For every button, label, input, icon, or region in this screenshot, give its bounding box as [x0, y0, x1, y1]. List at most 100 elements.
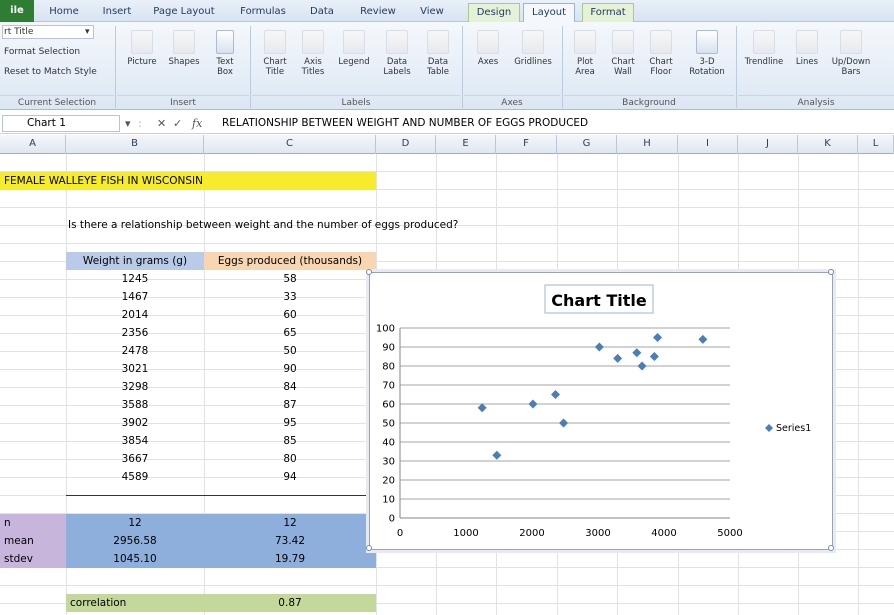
y-tick-label: 10 [382, 495, 395, 506]
shapes-button[interactable]: Shapes [164, 30, 204, 67]
weight-cell[interactable]: 2478 [66, 342, 204, 360]
resize-handle[interactable] [828, 545, 834, 551]
column-header-l[interactable]: L [858, 135, 894, 154]
weight-cell[interactable]: 1245 [66, 270, 204, 288]
up-down-bars-button[interactable]: Up/Down Bars [826, 30, 876, 77]
column-header-c[interactable]: C [204, 135, 376, 154]
tab-home[interactable]: Home [44, 3, 84, 22]
stat-eggs-cell[interactable]: 12 [204, 514, 376, 532]
3d-rotation-button[interactable]: 3-D Rotation [684, 30, 730, 77]
eggs-cell[interactable]: 58 [204, 270, 376, 288]
shapes-label: Shapes [168, 57, 200, 67]
weight-cell[interactable]: 2356 [66, 324, 204, 342]
text-box-button[interactable]: Text Box [206, 30, 244, 77]
data-table-button[interactable]: Data Table [420, 30, 456, 77]
column-header-j[interactable]: J [738, 135, 798, 154]
trendline-button[interactable]: Trendline [740, 30, 788, 67]
eggs-cell[interactable]: 50 [204, 342, 376, 360]
enter-check-icon[interactable]: ✓ [173, 117, 182, 130]
plot-area-button[interactable]: Plot Area [568, 30, 602, 77]
stat-eggs-cell[interactable]: 73.42 [204, 532, 376, 550]
weight-cell[interactable]: 3298 [66, 378, 204, 396]
axis-titles-button[interactable]: Axis Titles [296, 30, 330, 77]
eggs-cell[interactable]: 85 [204, 432, 376, 450]
eggs-cell[interactable]: 87 [204, 396, 376, 414]
ribbon-separator [562, 26, 563, 108]
tab-insert[interactable]: Insert [95, 3, 139, 22]
column-header-b[interactable]: B [66, 135, 204, 154]
sheet-title-cell[interactable]: FEMALE WALLEYE FISH IN WISCONSIN [0, 172, 376, 190]
tab-ile[interactable]: ile [0, 0, 34, 22]
column-header-d[interactable]: D [376, 135, 436, 154]
tab-formulas[interactable]: Formulas [236, 3, 290, 22]
weight-cell[interactable]: 3667 [66, 450, 204, 468]
gridlines-button[interactable]: Gridlines [508, 30, 558, 67]
resize-handle[interactable] [828, 269, 834, 275]
eggs-header-cell[interactable]: Eggs produced (thousands) [204, 252, 376, 270]
stat-weight-cell[interactable]: 12 [66, 514, 204, 532]
eggs-cell[interactable]: 95 [204, 414, 376, 432]
column-header-k[interactable]: K [798, 135, 858, 154]
stat-weight-cell[interactable]: 2956.58 [66, 532, 204, 550]
data-labels-button[interactable]: Data Labels [378, 30, 416, 77]
stat-weight-cell[interactable]: 1045.10 [66, 550, 204, 568]
tab-format[interactable]: Format [582, 3, 634, 22]
name-box[interactable]: Chart 1 [2, 115, 120, 132]
cancel-icon[interactable]: ✕ [157, 117, 166, 130]
weight-cell[interactable]: 3854 [66, 432, 204, 450]
chart-wall-button[interactable]: Chart Wall [606, 30, 640, 77]
legend-button[interactable]: Legend [334, 30, 374, 67]
stat-label-cell[interactable]: mean [0, 532, 66, 550]
column-header-g[interactable]: G [557, 135, 617, 154]
column-header-i[interactable]: I [678, 135, 738, 154]
eggs-cell[interactable]: 60 [204, 306, 376, 324]
tab-view[interactable]: View [415, 3, 449, 22]
chevron-down-icon[interactable]: ▾ [125, 117, 131, 130]
weight-cell[interactable]: 1467 [66, 288, 204, 306]
plot-area-label: Plot Area [575, 57, 595, 77]
eggs-cell[interactable]: 94 [204, 468, 376, 486]
insert-function-icon[interactable]: fx [192, 117, 202, 130]
lines-button[interactable]: Lines [792, 30, 822, 67]
column-header-f[interactable]: F [496, 135, 557, 154]
stat-eggs-cell[interactable]: 19.79 [204, 550, 376, 568]
tab-design[interactable]: Design [468, 3, 520, 22]
format-selection-button[interactable]: Format Selection [4, 47, 80, 57]
stat-label-cell[interactable]: n [0, 514, 66, 532]
reset-to-match-style-button[interactable]: Reset to Match Style [4, 67, 97, 77]
data-point [613, 353, 623, 363]
axes-button[interactable]: Axes [470, 30, 506, 67]
tab-layout[interactable]: Layout [523, 3, 575, 23]
y-tick-label: 70 [382, 381, 395, 392]
weight-cell[interactable]: 3588 [66, 396, 204, 414]
resize-handle[interactable] [366, 269, 372, 275]
chart-element-dropdown[interactable]: rt Title ▾ [2, 25, 94, 39]
formula-input[interactable]: RELATIONSHIP BETWEEN WEIGHT AND NUMBER O… [222, 117, 588, 129]
tab-page-layout[interactable]: Page Layout [148, 3, 220, 22]
eggs-cell[interactable]: 33 [204, 288, 376, 306]
tab-data[interactable]: Data [305, 3, 339, 22]
eggs-cell[interactable]: 90 [204, 360, 376, 378]
eggs-cell[interactable]: 65 [204, 324, 376, 342]
resize-handle[interactable] [366, 545, 372, 551]
picture-button[interactable]: Picture [122, 30, 162, 67]
weight-cell[interactable]: 4589 [66, 468, 204, 486]
weight-cell[interactable]: 3021 [66, 360, 204, 378]
column-header-a[interactable]: A [0, 135, 66, 154]
chart-object[interactable]: 0 10 20 30 40 50 60 70 80 90 100 0 1000 2000 3000 4000 5… [366, 269, 834, 551]
eggs-cell[interactable]: 84 [204, 378, 376, 396]
correlation-value-cell[interactable]: 0.87 [204, 594, 376, 612]
weight-cell[interactable]: 3902 [66, 414, 204, 432]
eggs-cell[interactable]: 80 [204, 450, 376, 468]
chart-floor-button[interactable]: Chart Floor [644, 30, 678, 77]
weight-cell[interactable]: 2014 [66, 306, 204, 324]
correlation-label-cell[interactable]: correlation [66, 594, 204, 612]
weight-header-cell[interactable]: Weight in grams (g) [66, 252, 204, 270]
column-header-e[interactable]: E [436, 135, 496, 154]
stat-label-cell[interactable]: stdev [0, 550, 66, 568]
column-header-h[interactable]: H [617, 135, 678, 154]
tab-review[interactable]: Review [356, 3, 400, 22]
question-cell[interactable]: Is there a relationship between weight a… [68, 216, 568, 234]
chart-title-button[interactable]: Chart Title [258, 30, 292, 77]
ribbon: rt Title ▾ Format Selection Reset to Mat… [0, 22, 894, 110]
